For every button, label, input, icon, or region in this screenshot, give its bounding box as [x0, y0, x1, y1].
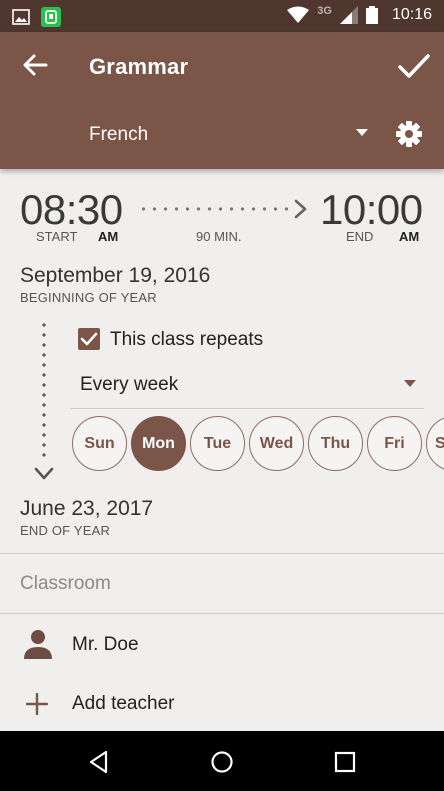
start-label: START [36, 229, 78, 244]
checkmark-icon [80, 332, 98, 346]
day-sun[interactable]: Sun [72, 416, 127, 471]
network-type: 3G [317, 5, 332, 17]
nav-back-icon[interactable] [86, 749, 112, 775]
chevron-right-icon [294, 199, 307, 219]
day-fri[interactable]: Fri [367, 416, 422, 471]
gear-icon[interactable] [395, 120, 423, 148]
start-date-caption: BEGINNING OF YEAR [20, 290, 157, 305]
day-tue[interactable]: Tue [190, 416, 245, 471]
repeat-checkbox[interactable] [78, 328, 100, 350]
image-icon [12, 9, 30, 25]
check-icon[interactable] [396, 48, 432, 84]
page-title: Grammar [89, 54, 189, 79]
end-ampm[interactable]: AM [399, 229, 419, 244]
app-notification-icon [41, 7, 61, 27]
navigation-bar [0, 731, 444, 791]
day-selector: Sun Mon Tue Wed Thu Fri Sat [72, 416, 444, 472]
start-date[interactable]: September 19, 2016 [20, 264, 210, 288]
end-date-caption: END OF YEAR [20, 523, 111, 538]
wifi-icon [287, 6, 310, 23]
day-wed[interactable]: Wed [249, 416, 304, 471]
end-label: END [346, 229, 374, 244]
plus-icon[interactable] [26, 693, 48, 715]
add-teacher-button[interactable]: Add teacher [72, 693, 174, 715]
divider [0, 553, 444, 554]
duration-dots [138, 207, 288, 211]
nav-home-icon[interactable] [209, 749, 235, 775]
clock: 10:16 [391, 6, 432, 23]
subject-select[interactable]: French [89, 124, 148, 146]
teacher-name[interactable]: Mr. Doe [72, 634, 139, 656]
date-range-dots [42, 320, 46, 460]
nav-recents-icon[interactable] [332, 749, 358, 775]
frequency-select[interactable]: Every week [80, 374, 178, 396]
start-time[interactable]: 08:30 [20, 186, 123, 234]
status-bar: 3G 10:16 [0, 0, 444, 32]
battery-icon [365, 6, 378, 24]
day-sat[interactable]: Sat [426, 416, 444, 471]
end-time[interactable]: 10:00 [320, 186, 423, 234]
day-mon[interactable]: Mon [131, 416, 186, 471]
person-icon [24, 630, 52, 659]
frequency-underline [70, 408, 424, 409]
back-arrow-icon[interactable] [20, 50, 50, 80]
day-thu[interactable]: Thu [308, 416, 363, 471]
start-ampm[interactable]: AM [98, 229, 118, 244]
dropdown-arrow-icon[interactable] [356, 129, 368, 136]
end-date[interactable]: June 23, 2017 [20, 497, 153, 521]
frequency-dropdown-icon[interactable] [404, 380, 416, 387]
app-bar: Grammar French [0, 32, 444, 169]
repeat-label[interactable]: This class repeats [110, 329, 263, 351]
divider [0, 613, 444, 614]
classroom-field[interactable]: Classroom [20, 573, 111, 595]
signal-icon [339, 6, 358, 24]
duration-label: 90 MIN. [196, 229, 242, 244]
chevron-down-icon [34, 467, 54, 480]
